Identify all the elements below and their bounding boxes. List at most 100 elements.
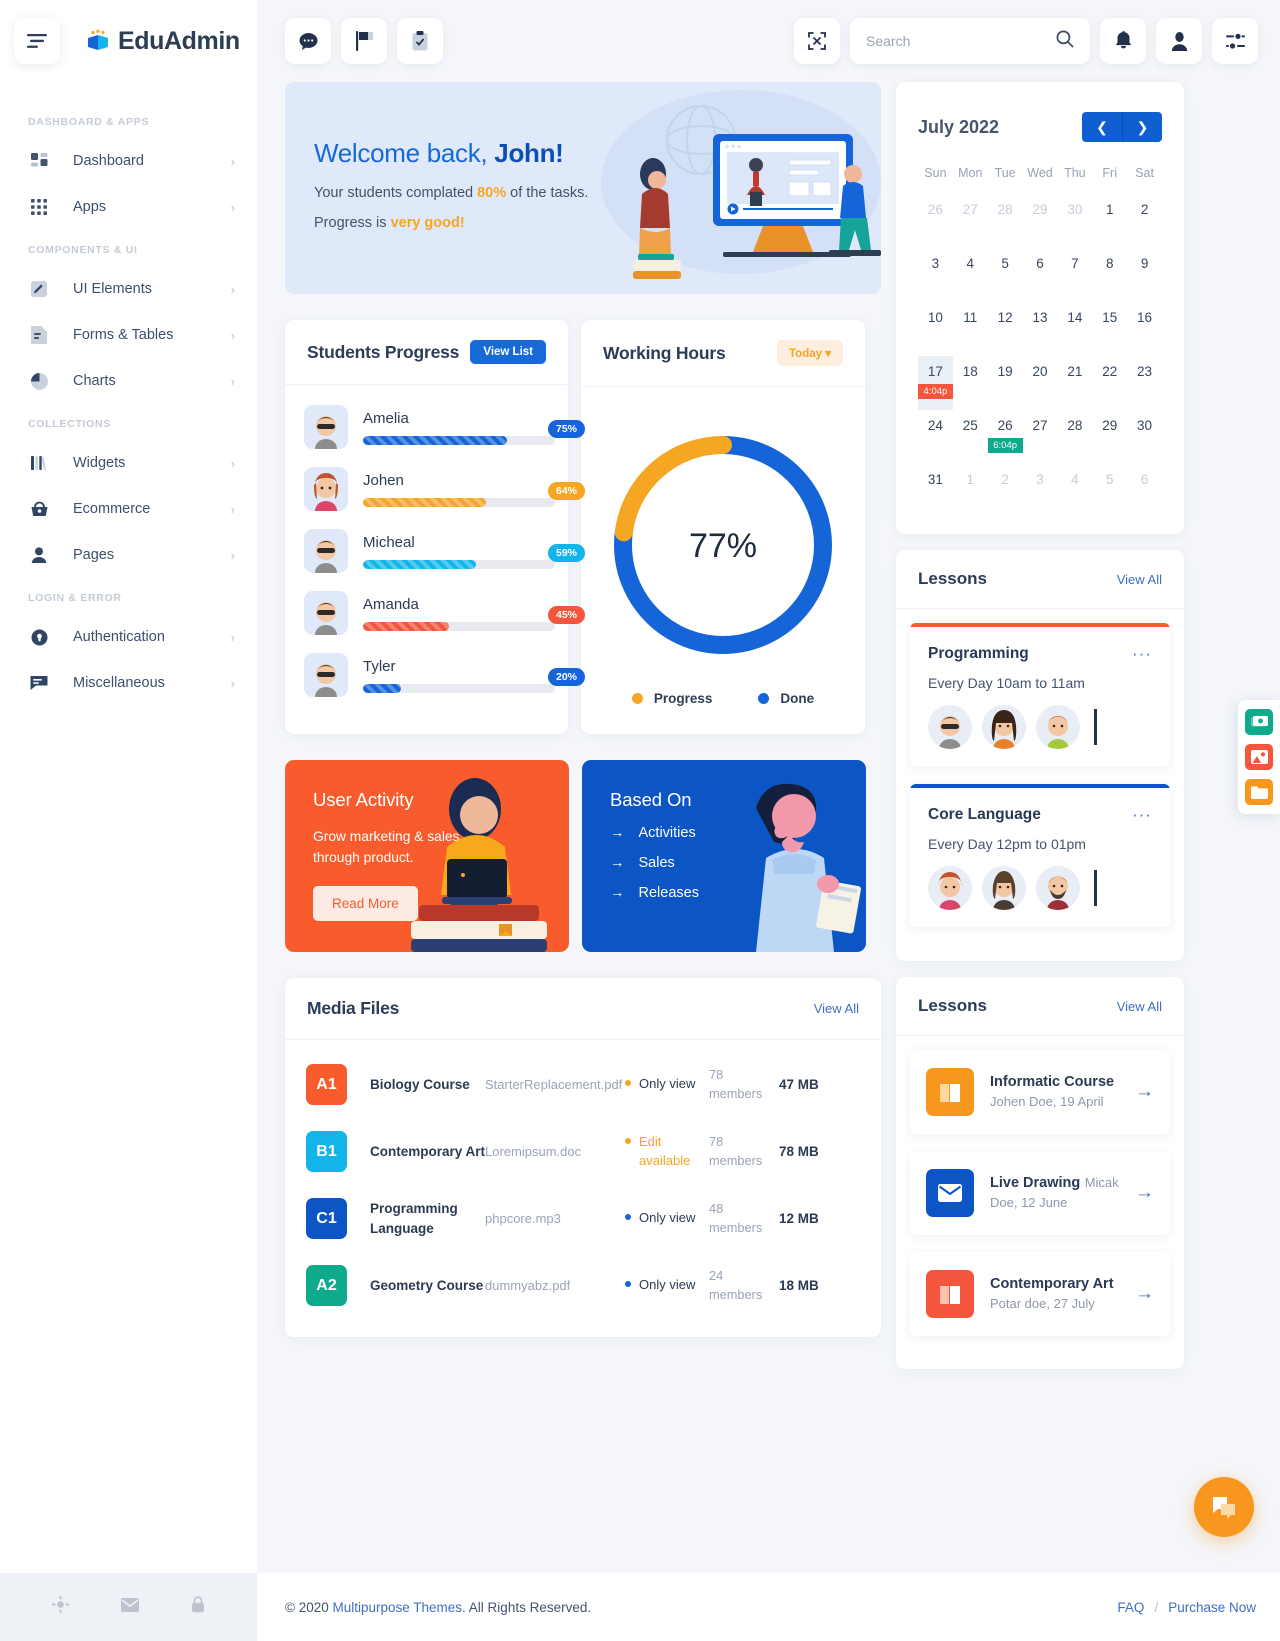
settings-sliders-icon[interactable]	[1212, 18, 1258, 64]
calendar-day-cell[interactable]: 29	[1092, 410, 1127, 464]
brand[interactable]: EduAdmin	[86, 27, 240, 56]
calendar-day-cell[interactable]: 4	[1057, 464, 1092, 518]
table-row[interactable]: A1 Biology Course StarterReplacement.pdf…	[285, 1051, 881, 1118]
calendar-day-cell[interactable]: 30	[1127, 410, 1162, 464]
calendar-day-cell[interactable]: 4	[953, 248, 988, 302]
calendar-day-cell[interactable]: 8	[1092, 248, 1127, 302]
calendar-day-cell[interactable]: 16	[1127, 302, 1162, 356]
clipboard-check-icon[interactable]	[397, 18, 443, 64]
lock-icon[interactable]	[191, 1596, 205, 1618]
calendar-day-cell[interactable]: 20	[1023, 356, 1058, 410]
hamburger-icon[interactable]	[14, 18, 60, 64]
calendar-day-cell[interactable]: 2	[1127, 194, 1162, 248]
envelope-icon[interactable]	[121, 1597, 139, 1617]
calendar-day-cell[interactable]: 29	[1023, 194, 1058, 248]
chevron-right-icon[interactable]: ❯	[1122, 112, 1162, 142]
student-row[interactable]: Amelia 75%	[285, 396, 585, 458]
calendar-day-cell[interactable]: 22	[1092, 356, 1127, 410]
folder-icon[interactable]	[1245, 779, 1273, 805]
list-item[interactable]: Contemporary Art Potar doe, 27 July →	[910, 1252, 1170, 1336]
calendar-day-cell[interactable]: 21	[1057, 356, 1092, 410]
gear-icon[interactable]	[52, 1596, 69, 1618]
calendar-day-cell[interactable]: 12	[988, 302, 1023, 356]
calendar-day-cell[interactable]: 6	[1127, 464, 1162, 518]
table-row[interactable]: A2 Geometry Course dummyabz.pdf Only vie…	[285, 1252, 881, 1319]
fullscreen-icon[interactable]	[794, 18, 840, 64]
chevron-left-icon[interactable]: ❮	[1082, 112, 1122, 142]
list-item[interactable]: Live Drawing Micak Doe, 12 June →	[910, 1151, 1170, 1235]
table-row[interactable]: B1 Contemporary Art Loremipsum.doc Edit …	[285, 1118, 881, 1185]
arrow-right-icon[interactable]: →	[1135, 1182, 1154, 1204]
flag-icon[interactable]	[341, 18, 387, 64]
calendar-event-badge[interactable]: 6:04p	[987, 438, 1023, 453]
view-all-link[interactable]: View All	[814, 1001, 859, 1016]
chat-bubble-icon[interactable]	[285, 18, 331, 64]
calendar-day-cell[interactable]: 6	[1023, 248, 1058, 302]
view-all-link[interactable]: View All	[1117, 999, 1162, 1014]
copyright-link[interactable]: Multipurpose Themes	[332, 1600, 462, 1615]
student-row[interactable]: Johen 64%	[285, 458, 585, 520]
purchase-now-link[interactable]: Purchase Now	[1168, 1600, 1256, 1615]
more-options-icon[interactable]: ···	[1132, 805, 1152, 825]
calendar-day-cell[interactable]: 15	[1092, 302, 1127, 356]
calendar-day-cell[interactable]: 17 4:04p	[918, 356, 953, 410]
sidebar-item-dashboard[interactable]: Dashboard ›	[0, 138, 257, 184]
sidebar-item-miscellaneous[interactable]: Miscellaneous ›	[0, 660, 257, 706]
calendar-day-cell[interactable]: 24	[918, 410, 953, 464]
calendar-day-cell[interactable]: 9	[1127, 248, 1162, 302]
sidebar-item-forms-tables[interactable]: Forms & Tables ›	[0, 312, 257, 358]
list-item[interactable]: Informatic Course Johen Doe, 19 April →	[910, 1050, 1170, 1134]
calendar-day-cell[interactable]: 1	[1092, 194, 1127, 248]
sidebar-item-ecommerce[interactable]: Ecommerce ›	[0, 486, 257, 532]
calendar-day-cell[interactable]: 28	[1057, 410, 1092, 464]
calendar-day-cell[interactable]: 27	[953, 194, 988, 248]
calendar-day-cell[interactable]: 18	[953, 356, 988, 410]
lesson-schedule-item[interactable]: Programming ··· Every Day 10am to 11am	[910, 623, 1170, 766]
chat-support-icon[interactable]	[1194, 1477, 1254, 1537]
search-icon[interactable]	[1056, 30, 1074, 53]
calendar-day-cell[interactable]: 13	[1023, 302, 1058, 356]
calendar-day-cell[interactable]: 10	[918, 302, 953, 356]
calendar-day-cell[interactable]: 7	[1057, 248, 1092, 302]
calendar-day-cell[interactable]: 23	[1127, 356, 1162, 410]
search-input[interactable]	[866, 33, 1048, 49]
image-icon[interactable]	[1245, 744, 1273, 770]
sidebar-item-ui-elements[interactable]: UI Elements ›	[0, 266, 257, 312]
calendar-event-badge[interactable]: 4:04p	[918, 384, 953, 399]
calendar-day-cell[interactable]: 31	[918, 464, 953, 518]
calendar-day-cell[interactable]: 27	[1023, 410, 1058, 464]
sidebar-item-apps[interactable]: Apps ›	[0, 184, 257, 230]
sidebar-item-pages[interactable]: Pages ›	[0, 532, 257, 578]
calendar-day-cell[interactable]: 30	[1057, 194, 1092, 248]
student-row[interactable]: Micheal 59%	[285, 520, 585, 582]
calendar-day-cell[interactable]: 5	[988, 248, 1023, 302]
calendar-day-cell[interactable]: 1	[953, 464, 988, 518]
student-row[interactable]: Tyler 20%	[285, 644, 585, 706]
calendar-day-cell[interactable]: 3	[1023, 464, 1058, 518]
calendar-day-cell[interactable]: 19	[988, 356, 1023, 410]
calendar-day-cell[interactable]: 14	[1057, 302, 1092, 356]
sidebar-item-charts[interactable]: Charts ›	[0, 358, 257, 404]
table-row[interactable]: C1 Programming Language phpcore.mp3 Only…	[285, 1185, 881, 1252]
bell-icon[interactable]	[1100, 18, 1146, 64]
calendar-day-cell[interactable]: 26 6:04p	[987, 410, 1023, 464]
search-box[interactable]	[850, 18, 1090, 64]
calendar-day-cell[interactable]: 25	[953, 410, 988, 464]
period-filter-dropdown[interactable]: Today ▾	[777, 340, 843, 366]
sidebar-item-authentication[interactable]: Authentication ›	[0, 614, 257, 660]
sidebar-item-widgets[interactable]: Widgets ›	[0, 440, 257, 486]
student-row[interactable]: Amanda 45%	[285, 582, 585, 644]
view-list-button[interactable]: View List	[470, 340, 546, 364]
arrow-right-icon[interactable]: →	[1135, 1283, 1154, 1305]
arrow-right-icon[interactable]: →	[1135, 1081, 1154, 1103]
more-options-icon[interactable]: ···	[1132, 644, 1152, 664]
calendar-day-cell[interactable]: 26	[918, 194, 953, 248]
calendar-day-cell[interactable]: 28	[988, 194, 1023, 248]
faq-link[interactable]: FAQ	[1117, 1600, 1144, 1615]
user-avatar-icon[interactable]	[1156, 18, 1202, 64]
view-all-link[interactable]: View All	[1117, 572, 1162, 587]
money-card-icon[interactable]	[1245, 709, 1273, 735]
lesson-schedule-item[interactable]: Core Language ··· Every Day 12pm to 01pm	[910, 784, 1170, 927]
calendar-day-cell[interactable]: 3	[918, 248, 953, 302]
calendar-day-cell[interactable]: 5	[1092, 464, 1127, 518]
